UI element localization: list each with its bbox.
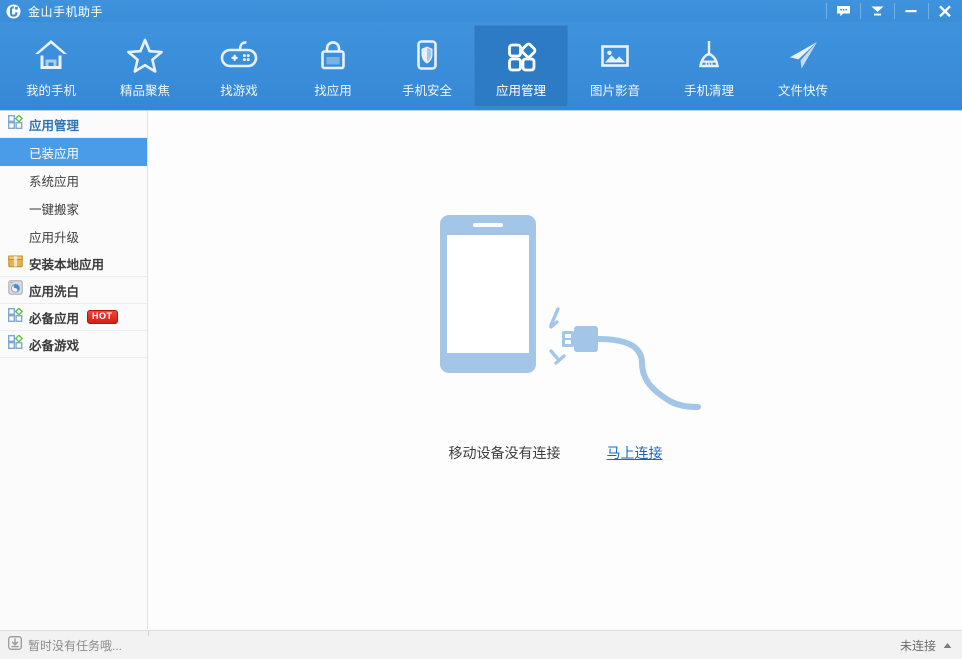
sidebar-item-label: 系统应用 (29, 174, 80, 189)
caret-up-icon (943, 642, 952, 649)
sidebar-group-label: 必备应用 (29, 311, 80, 326)
empty-state: 移动设备没有连接 马上连接 (149, 195, 962, 463)
nav-item-find-apps[interactable]: 找应用 (286, 25, 380, 107)
sidebar-group-label: 安装本地应用 (29, 257, 105, 272)
nav-label: 手机安全 (401, 84, 452, 98)
task-status-label: 暂时没有任务哦... (28, 638, 123, 653)
app-squares-small-icon (7, 333, 24, 354)
paper-plane-icon (783, 34, 823, 76)
nav-item-featured[interactable]: 精品聚焦 (98, 25, 192, 107)
nav-label: 手机清理 (683, 84, 734, 98)
sidebar-item-app-upgrade[interactable]: 应用升级 (0, 222, 147, 250)
nav-label: 文件快传 (777, 84, 828, 98)
phone-shield-icon (407, 34, 447, 76)
sidebar-item-one-click-move[interactable]: 一键搬家 (0, 194, 147, 222)
nav-item-my-phone[interactable]: 我的手机 (4, 25, 98, 107)
download-tray-icon (8, 635, 22, 655)
feedback-button[interactable] (826, 0, 860, 22)
nav-item-find-games[interactable]: 找游戏 (192, 25, 286, 107)
gamepad-icon (219, 34, 259, 76)
app-squares-icon (501, 34, 541, 76)
nav-label: 精品聚焦 (119, 84, 170, 98)
app-title: 金山手机助手 (28, 4, 104, 19)
app-squares-small-icon (7, 113, 24, 134)
task-status[interactable]: 暂时没有任务哦... (8, 635, 123, 655)
nav-item-file-transfer[interactable]: 文件快传 (756, 25, 850, 107)
sidebar-group-label: 必备游戏 (29, 338, 80, 353)
window-controls (826, 0, 962, 22)
sidebar-item-label: 已装应用 (29, 146, 80, 161)
nav-item-media[interactable]: 图片影音 (568, 25, 662, 107)
connection-status[interactable]: 未连接 (900, 637, 952, 654)
connect-now-link[interactable]: 马上连接 (607, 443, 663, 463)
status-badge: HOT (87, 310, 118, 324)
sidebar-group-essential-apps[interactable]: 必备应用 HOT (0, 304, 147, 331)
minimize-button[interactable] (894, 0, 928, 22)
sidebar-group-label: 应用洗白 (29, 284, 80, 299)
app-logo-icon (2, 0, 24, 22)
nav-item-phone-cleanup[interactable]: 手机清理 (662, 25, 756, 107)
download-button[interactable] (860, 0, 894, 22)
package-box-icon (8, 253, 23, 273)
star-icon (125, 34, 165, 76)
sidebar-group-essential-games[interactable]: 必备游戏 (0, 331, 147, 358)
washer-icon (8, 280, 23, 300)
statusbar-divider (148, 631, 149, 636)
sidebar-group-app-whitewash[interactable]: 应用洗白 (0, 277, 147, 304)
broom-icon (689, 34, 729, 76)
nav-label: 找游戏 (220, 84, 258, 98)
shopping-bag-icon (313, 34, 353, 76)
sidebar-item-system-apps[interactable]: 系统应用 (0, 166, 147, 194)
nav-item-phone-security[interactable]: 手机安全 (380, 25, 474, 107)
title-bar: 金山手机助手 (0, 0, 962, 22)
main-navigation-bar: 我的手机 精品聚焦 找游戏 找应用 手机安全 应用管理 图片影音 手机清理 文件… (0, 22, 962, 111)
app-squares-small-icon (7, 306, 24, 327)
sidebar-group-label: 应用管理 (29, 118, 80, 133)
status-bar: 暂时没有任务哦... 未连接 (0, 630, 962, 659)
sidebar-item-installed-apps[interactable]: 已装应用 (0, 138, 147, 166)
sidebar-group-install-local-app[interactable]: 安装本地应用 (0, 250, 147, 277)
nav-item-app-management[interactable]: 应用管理 (474, 25, 568, 107)
sidebar-item-label: 应用升级 (29, 230, 80, 245)
home-icon (31, 34, 71, 76)
sidebar: 应用管理 已装应用 系统应用 一键搬家 应用升级 安装本地应用 应用洗白 必备应… (0, 111, 148, 629)
close-button[interactable] (928, 0, 962, 22)
nav-label: 找应用 (314, 84, 352, 98)
empty-state-message: 移动设备没有连接 (448, 445, 561, 461)
picture-icon (595, 34, 635, 76)
sidebar-group-app-management[interactable]: 应用管理 (0, 111, 147, 138)
disconnected-phone-usb-illustration (439, 215, 701, 410)
connection-status-label: 未连接 (899, 638, 936, 653)
nav-label: 我的手机 (25, 84, 76, 98)
main-content-area: 移动设备没有连接 马上连接 (149, 111, 962, 629)
sidebar-item-label: 一键搬家 (29, 202, 80, 217)
nav-label: 应用管理 (495, 84, 546, 98)
empty-state-text-row: 移动设备没有连接 马上连接 (449, 443, 663, 463)
nav-label: 图片影音 (589, 84, 640, 98)
